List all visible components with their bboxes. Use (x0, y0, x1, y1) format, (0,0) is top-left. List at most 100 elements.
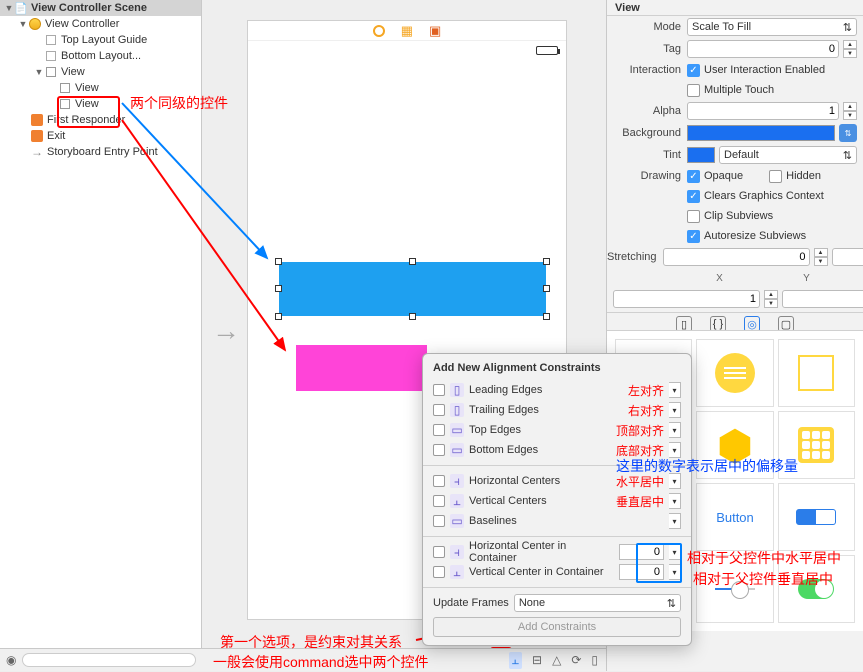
resize-handle[interactable] (275, 258, 282, 265)
align-top-row[interactable]: ▭ Top Edges 顶部对齐 ▾ (433, 420, 681, 440)
exit-label: Exit (47, 130, 197, 142)
checkbox[interactable] (433, 444, 445, 456)
checkbox[interactable] (433, 546, 445, 558)
checkbox[interactable] (433, 424, 445, 436)
autoresize-checkbox[interactable]: ✓ (687, 230, 700, 243)
checkbox[interactable] (433, 475, 445, 487)
first-responder-dock-icon[interactable]: ▦ (401, 23, 413, 39)
exit-dock-icon[interactable]: ▣ (429, 23, 441, 39)
checkbox[interactable] (433, 495, 445, 507)
dropdown-icon[interactable]: ▾ (669, 382, 681, 398)
alpha-input[interactable] (687, 102, 839, 120)
user-interaction-checkbox[interactable]: ✓ (687, 64, 700, 77)
hcenters-label: Horizontal Centers (469, 475, 607, 487)
checkbox[interactable] (433, 384, 445, 396)
dropdown-icon[interactable]: ▾ (669, 493, 681, 509)
anno-leading-zh: 左对齐 (628, 382, 664, 399)
selected-blue-view[interactable] (279, 262, 546, 316)
align-tool-icon[interactable]: ⫠ (509, 652, 522, 669)
tag-stepper[interactable]: ▲▼ (843, 40, 857, 58)
library-button-item[interactable]: Button (696, 483, 773, 551)
bottom-guide-label: Bottom Layout... (61, 50, 197, 62)
exit-row[interactable]: Exit (0, 128, 201, 144)
resize-tool-icon[interactable]: ⟳ (571, 653, 581, 667)
anno-first-option: 第一个选项，是约束对其关系 (220, 632, 402, 652)
add-constraints-button[interactable]: Add Constraints (433, 617, 681, 637)
vc-dock-icon[interactable] (373, 25, 385, 37)
collapse-icon[interactable]: ▯ (591, 653, 598, 667)
leading-edges-icon: ▯ (450, 383, 464, 397)
update-frames-select[interactable]: None ⇅ (514, 594, 681, 612)
clip-checkbox[interactable] (687, 210, 700, 223)
filter-icon[interactable]: ◉ (6, 653, 16, 667)
canvas-entry-arrow-icon: → (212, 315, 240, 347)
exit-icon (31, 130, 43, 142)
h-input[interactable] (782, 290, 863, 308)
tint-select[interactable]: Default⇅ (719, 146, 857, 164)
align-trailing-row[interactable]: ▯ Trailing Edges 右对齐 ▾ (433, 400, 681, 420)
align-baselines-row[interactable]: ▭ Baselines ▾ (433, 511, 681, 531)
tag-input[interactable] (687, 40, 839, 58)
x-input[interactable] (663, 248, 810, 266)
vc-row[interactable]: ▼ View Controller (0, 16, 201, 32)
bottom-guide-row[interactable]: Bottom Layout... (0, 48, 201, 64)
vertical-container-icon: ⫠ (450, 565, 464, 579)
w-input[interactable] (613, 290, 760, 308)
resize-handle[interactable] (543, 313, 550, 320)
update-frames-value: None (519, 597, 545, 609)
x-stepper[interactable]: ▲▼ (814, 248, 828, 266)
entry-point-row[interactable]: → Storyboard Entry Point (0, 144, 201, 160)
pink-view[interactable] (296, 345, 427, 391)
alpha-label: Alpha (607, 105, 687, 117)
anno-vcontainer: 相对于父控件垂直居中 (693, 569, 833, 589)
top-guide-row[interactable]: Top Layout Guide (0, 32, 201, 48)
baselines-icon: ▭ (450, 514, 464, 528)
alpha-stepper[interactable]: ▲▼ (843, 102, 857, 120)
view-row[interactable]: ▼ View (0, 64, 201, 80)
disclosure-icon[interactable]: ▼ (18, 19, 28, 29)
dropdown-icon[interactable]: ▾ (669, 513, 681, 529)
resize-handle[interactable] (543, 285, 550, 292)
align-leading-row[interactable]: ▯ Leading Edges 左对齐 ▾ (433, 380, 681, 400)
anno-top-zh: 顶部对齐 (616, 422, 664, 439)
list-icon (715, 353, 755, 393)
viewcontroller-icon (29, 18, 41, 30)
separator (423, 536, 691, 537)
resize-handle[interactable] (409, 258, 416, 265)
anno-trailing-zh: 右对齐 (628, 402, 664, 419)
view-icon (60, 83, 70, 93)
checkbox[interactable] (433, 404, 445, 416)
scene-row[interactable]: ▼ 📄 View Controller Scene (0, 0, 201, 16)
resize-handle[interactable] (275, 313, 282, 320)
disclosure-icon[interactable]: ▼ (4, 3, 14, 13)
color-dropdown-icon[interactable]: ⇅ (839, 124, 857, 142)
opaque-checkbox[interactable]: ✓ (687, 170, 700, 183)
align-vcenters-row[interactable]: ⫠ Vertical Centers 垂直居中 ▾ (433, 491, 681, 511)
library-segmented-item[interactable] (778, 483, 855, 551)
hidden-checkbox[interactable] (769, 170, 782, 183)
checkbox[interactable] (433, 515, 445, 527)
bottom-edges-icon: ▭ (450, 443, 464, 457)
multiple-touch-checkbox[interactable] (687, 84, 700, 97)
y-input[interactable] (832, 248, 863, 266)
library-list-item[interactable] (696, 339, 773, 407)
vc-label: View Controller (45, 18, 197, 30)
dropdown-icon[interactable]: ▾ (669, 422, 681, 438)
outline-filter-input[interactable] (22, 653, 196, 667)
resize-handle[interactable] (409, 313, 416, 320)
pin-tool-icon[interactable]: ⊟ (532, 653, 542, 667)
clears-checkbox[interactable]: ✓ (687, 190, 700, 203)
resize-handle[interactable] (543, 258, 550, 265)
resize-handle[interactable] (275, 285, 282, 292)
library-view-item[interactable] (778, 339, 855, 407)
scene-dock[interactable]: ▦ ▣ (248, 21, 566, 41)
mode-select[interactable]: Scale To Fill⇅ (687, 18, 857, 36)
checkbox[interactable] (433, 566, 445, 578)
scene-title: View Controller Scene (31, 2, 197, 14)
dropdown-icon[interactable]: ▾ (669, 402, 681, 418)
resolve-tool-icon[interactable]: △ (552, 653, 561, 667)
mode-label: Mode (607, 21, 687, 33)
disclosure-icon[interactable]: ▼ (34, 67, 44, 77)
tint-color-well[interactable] (687, 147, 715, 163)
background-color-well[interactable] (687, 125, 835, 141)
